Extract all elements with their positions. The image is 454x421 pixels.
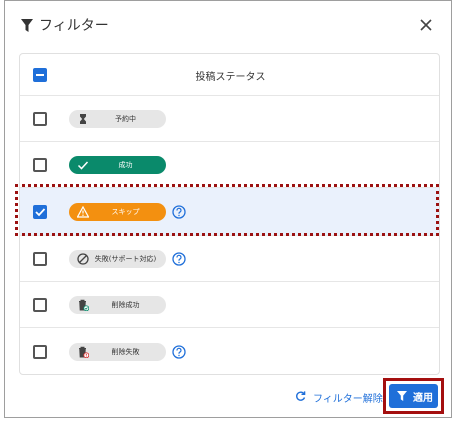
trash-success-icon	[79, 299, 89, 311]
warning-icon	[77, 206, 89, 218]
column-header-status: 投稿ステータス	[195, 72, 266, 83]
status-chip-failed: 失敗(サポート対応)	[69, 250, 166, 268]
status-label: 予約中	[115, 115, 136, 123]
filter-icon	[397, 391, 407, 401]
table-row[interactable]: 予約中	[20, 96, 439, 142]
blocked-icon	[77, 253, 89, 265]
help-icon[interactable]	[172, 205, 186, 219]
table-header-row: 投稿ステータス	[20, 54, 439, 96]
filter-icon	[21, 19, 33, 32]
apply-button[interactable]: 適用	[389, 384, 438, 408]
status-chip-success: 成功	[69, 156, 166, 174]
status-filter-table: 投稿ステータス 予約中 成功 スキップ 失敗(サポート対応) 削除成功 削除失敗	[19, 53, 440, 375]
apply-label: 適用	[413, 393, 433, 404]
row-checkbox[interactable]	[33, 158, 47, 172]
row-checkbox[interactable]	[33, 298, 47, 312]
status-label: スキップ	[111, 208, 140, 216]
status-label: 削除成功	[111, 301, 140, 309]
table-row[interactable]: スキップ	[20, 188, 439, 236]
table-row[interactable]: 失敗(サポート対応)	[20, 236, 439, 282]
status-label: 成功	[118, 161, 133, 169]
refresh-icon	[296, 391, 306, 401]
dialog-title: フィルター	[39, 18, 109, 34]
table-row[interactable]: 削除成功	[20, 282, 439, 328]
help-icon[interactable]	[172, 252, 186, 266]
row-checkbox[interactable]	[33, 252, 47, 266]
check-icon	[77, 161, 89, 170]
filter-dialog: フィルター 投稿ステータス 予約中 成功 スキップ 失敗(サポート対応) 削除成…	[4, 0, 452, 418]
status-label: 削除失敗	[111, 348, 140, 356]
status-chip-delete-failed: 削除失敗	[69, 343, 166, 361]
row-checkbox[interactable]	[33, 112, 47, 126]
status-chip-scheduled: 予約中	[69, 110, 166, 128]
clear-filter-label: フィルター解除	[313, 394, 383, 405]
row-checkbox[interactable]	[33, 205, 47, 219]
status-chip-skip: スキップ	[69, 203, 166, 221]
status-chip-delete-success: 削除成功	[69, 296, 166, 314]
row-checkbox[interactable]	[33, 345, 47, 359]
dialog-header: フィルター	[5, 1, 451, 51]
table-row[interactable]: 成功	[20, 142, 439, 188]
table-row[interactable]: 削除失敗	[20, 328, 439, 376]
close-icon[interactable]	[418, 17, 434, 33]
status-label: 失敗(サポート対応)	[94, 255, 157, 263]
trash-error-icon	[79, 346, 89, 358]
help-icon[interactable]	[172, 345, 186, 359]
hourglass-icon	[80, 114, 86, 124]
